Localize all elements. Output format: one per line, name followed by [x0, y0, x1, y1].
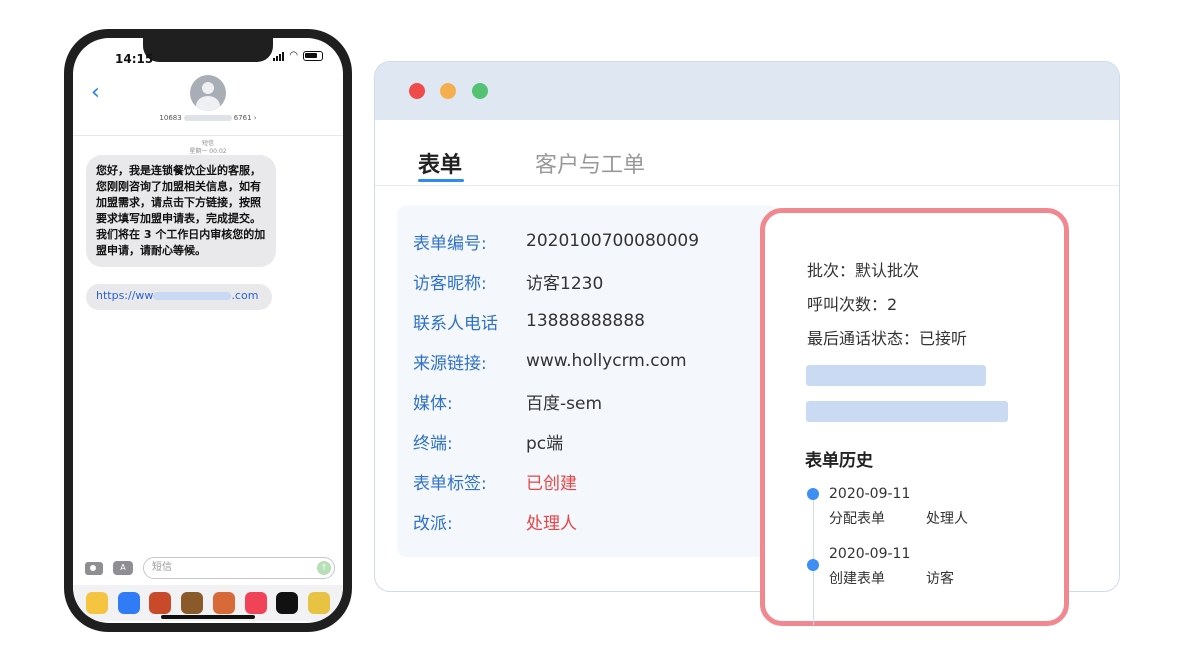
- sender-suffix: 6761: [233, 114, 252, 122]
- wifi-icon: ◠: [289, 50, 298, 61]
- form-field-row: 媒体: 百度-sem: [413, 389, 603, 414]
- timeline-dot: [807, 559, 819, 571]
- maximize-window-icon[interactable]: [472, 83, 488, 99]
- thread-divider: [73, 135, 343, 136]
- form-field-value: 已创建: [526, 473, 577, 494]
- history-title: 表单历史: [805, 451, 873, 471]
- history-date: 2020-09-11: [829, 486, 911, 502]
- blurred-link: [153, 292, 232, 300]
- tab-customer-ticket[interactable]: 客户与工单: [535, 147, 645, 179]
- sender-number: 10683 6761 ›: [159, 114, 257, 122]
- active-tab-indicator: [418, 179, 464, 182]
- form-field-value[interactable]: www.hollycrm.com: [526, 351, 687, 371]
- dock-app-icon[interactable]: [117, 592, 140, 614]
- message-link[interactable]: https://ww .com: [86, 284, 272, 310]
- form-field-label: 表单标签:: [413, 473, 487, 494]
- message-bubble: 您好，我是连锁餐饮企业的客服，您刚刚咨询了加盟相关信息，如有加盟需求，请点击下方…: [86, 155, 276, 267]
- form-field-row: 表单标签: 已创建: [413, 469, 577, 494]
- window-titlebar: [375, 62, 1119, 120]
- form-field-label: 联系人电话: [413, 313, 498, 334]
- form-field-value: 百度-sem: [526, 393, 603, 414]
- app-store-icon[interactable]: A: [113, 561, 133, 575]
- form-field-value: 访客1230: [526, 273, 604, 294]
- history-entry: 创建表单 访客: [829, 568, 954, 588]
- phone-mockup: 14:15 ◠ ‹ 10683 6761 › 短信 星期一 00:02 您好，我是…: [64, 29, 352, 632]
- form-field-value: 13888888888: [526, 311, 645, 331]
- dock-app-icon[interactable]: [276, 592, 299, 614]
- link-prefix: https://ww: [96, 289, 154, 302]
- form-field-row: 联系人电话 13888888888: [413, 309, 645, 334]
- tab-bar: 表单 客户与工单: [375, 120, 1119, 186]
- contact-avatar[interactable]: [190, 75, 226, 111]
- camera-icon[interactable]: [85, 561, 103, 575]
- placeholder-bar: [806, 401, 1008, 422]
- link-suffix: .com: [231, 289, 259, 302]
- history-actor: 处理人: [926, 511, 968, 527]
- status-time: 14:15: [115, 52, 154, 66]
- dock-app-icon[interactable]: [244, 592, 267, 614]
- minimize-window-icon[interactable]: [440, 83, 456, 99]
- form-field-value: pc端: [526, 433, 564, 454]
- form-history-panel: 批次：默认批次 呼叫次数：2 最后通话状态：已接听 表单历史 2020-09-1…: [760, 208, 1069, 626]
- history-actor: 访客: [926, 571, 954, 587]
- last-call-status-info: 最后通话状态：已接听: [807, 329, 968, 348]
- placeholder-bar: [806, 365, 986, 386]
- back-chevron-icon[interactable]: ‹: [91, 80, 100, 105]
- batch-info: 批次：默认批次: [807, 261, 920, 280]
- dock-app-icon[interactable]: [85, 592, 108, 614]
- dock-app-icon[interactable]: [212, 592, 235, 614]
- form-field-label: 终端:: [413, 433, 453, 454]
- message-type: 短信: [201, 140, 214, 147]
- home-indicator: [161, 615, 255, 619]
- form-field-label: 改派:: [413, 513, 453, 534]
- sender-prefix: 10683: [159, 114, 182, 122]
- form-field-row: 来源链接: www.hollycrm.com: [413, 349, 687, 374]
- battery-icon: [303, 51, 323, 61]
- dock-app-icon[interactable]: [308, 592, 331, 614]
- history-action: 分配表单: [829, 511, 885, 527]
- history-entry: 分配表单 处理人: [829, 508, 968, 528]
- form-details-card: [397, 205, 777, 557]
- form-field-row: 改派: 处理人: [413, 509, 577, 534]
- form-field-value: 2020100700080009: [526, 231, 700, 251]
- form-field-label: 表单编号:: [413, 233, 487, 254]
- history-date: 2020-09-11: [829, 546, 911, 562]
- phone-notch: [143, 38, 273, 62]
- history-action: 创建表单: [829, 571, 885, 587]
- blurred-number: [183, 115, 232, 121]
- phone-screen: 14:15 ◠ ‹ 10683 6761 › 短信 星期一 00:02 您好，我是…: [73, 38, 343, 623]
- message-input-row: A 短信 ↑: [85, 557, 335, 579]
- form-field-label: 媒体:: [413, 393, 453, 414]
- form-field-label: 来源链接:: [413, 353, 487, 374]
- tab-form[interactable]: 表单: [418, 147, 462, 179]
- form-field-label: 访客昵称:: [413, 273, 487, 294]
- send-arrow-icon[interactable]: ↑: [317, 561, 331, 575]
- close-window-icon[interactable]: [409, 83, 425, 99]
- message-input-placeholder: 短信: [152, 562, 172, 573]
- timeline-dot: [807, 488, 819, 500]
- status-icons: ◠: [273, 51, 323, 61]
- form-field-row: 访客昵称: 访客1230: [413, 269, 604, 294]
- form-field-row: 终端: pc端: [413, 429, 564, 454]
- call-count-info: 呼叫次数：2: [807, 295, 898, 314]
- message-input[interactable]: 短信 ↑: [143, 557, 335, 579]
- signal-icon: [273, 51, 285, 61]
- form-field-value: 处理人: [526, 513, 577, 534]
- form-field-row: 表单编号: 2020100700080009: [413, 229, 700, 254]
- dock-app-icon[interactable]: [181, 592, 204, 614]
- dock-app-icon[interactable]: [149, 592, 172, 614]
